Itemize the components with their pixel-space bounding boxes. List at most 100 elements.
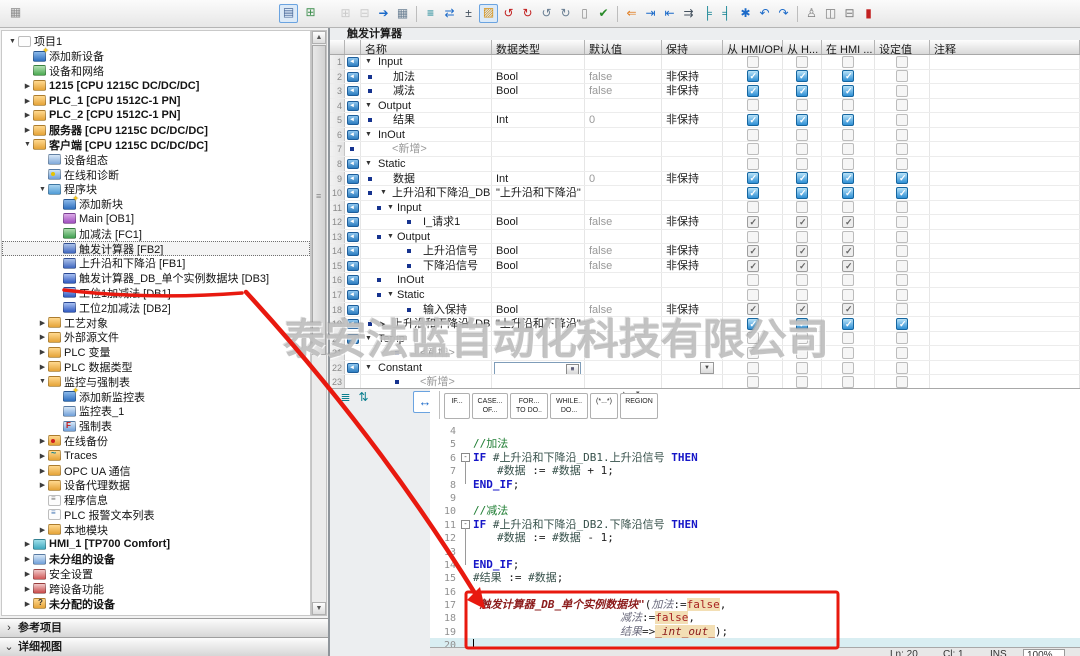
from-hmi-opc-checkbox[interactable] <box>747 376 759 388</box>
retain-cell[interactable] <box>662 128 723 142</box>
column-header[interactable]: 默认值 <box>585 40 662 54</box>
comment-cell[interactable] <box>930 201 1080 215</box>
name-cell[interactable]: ▼Output <box>361 230 492 244</box>
interface-row[interactable]: 17▼Static <box>330 288 1080 303</box>
from-hmi-opc-checkbox[interactable] <box>747 362 759 374</box>
tree-item[interactable]: ▶外部源文件 <box>2 330 310 345</box>
expand-arrow-icon[interactable]: ▶ <box>37 467 48 475</box>
code-line[interactable]: 14END_IF; <box>430 558 1080 571</box>
default-value-cell[interactable] <box>585 230 662 244</box>
comment-cell[interactable] <box>930 128 1080 142</box>
data-type-cell[interactable] <box>492 128 585 142</box>
from-hmi-opc-checkbox[interactable] <box>747 303 759 315</box>
update-block-calls-icon[interactable]: ↺ <box>538 5 555 22</box>
expand-arrow-icon[interactable]: ▶ <box>37 481 48 489</box>
from-hmi-opc-checkbox[interactable] <box>747 70 759 82</box>
visible-in-hmi-checkbox[interactable] <box>842 114 854 126</box>
redo-icon[interactable]: ↷ <box>775 5 792 22</box>
writable-from-hmi-checkbox[interactable] <box>796 274 808 286</box>
comment-cell[interactable] <box>930 361 1080 375</box>
tree-item[interactable]: 加减法 [FC1] <box>2 226 310 241</box>
visible-in-hmi-checkbox[interactable] <box>842 158 854 170</box>
setpoint-checkbox[interactable] <box>896 143 908 155</box>
default-value-cell[interactable]: false <box>585 259 662 273</box>
comment-cell[interactable] <box>930 172 1080 186</box>
writable-from-hmi-checkbox[interactable] <box>796 289 808 301</box>
retain-cell[interactable] <box>662 317 723 331</box>
tree-item[interactable]: 工位1加减法 [DB1] <box>2 286 310 301</box>
code-line[interactable]: 15#结果 := #数据; <box>430 571 1080 584</box>
from-hmi-opc-checkbox[interactable] <box>747 332 759 344</box>
code-line[interactable]: 13 <box>430 545 1080 558</box>
expand-arrow-icon[interactable]: ▶ <box>22 126 33 134</box>
data-type-cell[interactable]: Int <box>492 113 585 127</box>
default-value-cell[interactable] <box>585 99 662 113</box>
compare-blocks-icon[interactable]: ⇉ <box>680 5 697 22</box>
code-line[interactable]: 5//加法 <box>430 437 1080 450</box>
visible-in-hmi-checkbox[interactable] <box>842 303 854 315</box>
name-cell[interactable]: ▼Input <box>361 201 492 215</box>
from-hmi-opc-checkbox[interactable] <box>747 289 759 301</box>
code-line[interactable]: 4 <box>430 424 1080 437</box>
retain-cell[interactable] <box>662 157 723 171</box>
access-protection-icon[interactable]: ♙ <box>803 5 820 22</box>
retain-cell[interactable]: 非保持 <box>662 244 723 258</box>
writable-from-hmi-checkbox[interactable] <box>796 172 808 184</box>
tree-item[interactable]: ▶1215 [CPU 1215C DC/DC/DC] <box>2 78 310 93</box>
comment-cell[interactable] <box>930 99 1080 113</box>
default-value-cell[interactable] <box>585 288 662 302</box>
tree-item[interactable]: 设备和网络 <box>2 64 310 79</box>
column-header[interactable]: 从 H... <box>783 40 822 54</box>
data-type-cell[interactable] <box>492 332 585 346</box>
expand-arrow-icon[interactable]: ▼ <box>22 141 33 148</box>
writable-from-hmi-checkbox[interactable] <box>796 332 808 344</box>
column-header[interactable]: 设定值 <box>875 40 930 54</box>
comment-cell[interactable] <box>930 157 1080 171</box>
data-type-cell[interactable]: Bool <box>492 259 585 273</box>
interface-row[interactable]: 14上升沿信号Boolfalse非保持 <box>330 244 1080 259</box>
expand-arrow-icon[interactable]: ▶ <box>37 437 48 445</box>
browse-type-icon[interactable]: ▦ <box>566 364 579 375</box>
from-hmi-opc-checkbox[interactable] <box>747 114 759 126</box>
highlight-operands-icon[interactable]: ▨ <box>479 4 498 23</box>
retain-cell[interactable]: ▼ <box>662 361 723 375</box>
interface-row[interactable]: 21<新增> <box>330 346 1080 361</box>
from-hmi-opc-checkbox[interactable] <box>747 99 759 111</box>
tree-item[interactable]: ▶PLC 变量 <box>2 345 310 360</box>
name-cell[interactable]: ▼Constant <box>361 361 492 375</box>
tree-item[interactable]: ▶PLC_2 [CPU 1512C-1 PN] <box>2 108 310 123</box>
comment-cell[interactable] <box>930 244 1080 258</box>
name-cell[interactable]: I_请求1 <box>361 215 492 229</box>
retain-cell[interactable]: 非保持 <box>662 303 723 317</box>
scroll-up-icon[interactable]: ▲ <box>312 31 326 44</box>
code-line[interactable]: 16 <box>430 585 1080 598</box>
expand-arrow-icon[interactable]: ▶ <box>22 82 33 90</box>
code-line[interactable]: 8END_IF; <box>430 478 1080 491</box>
expand-arrow-icon[interactable]: ▼ <box>365 160 372 167</box>
expand-arrow-icon[interactable]: ▶ <box>37 363 48 371</box>
expand-arrow-icon[interactable]: ▼ <box>365 364 372 371</box>
data-type-cell[interactable]: Bool <box>492 303 585 317</box>
visible-in-hmi-checkbox[interactable] <box>842 172 854 184</box>
from-hmi-opc-checkbox[interactable] <box>747 56 759 68</box>
interface-row[interactable]: 1▼Input <box>330 55 1080 70</box>
expand-arrow-icon[interactable]: ▶ <box>22 585 33 593</box>
name-cell[interactable]: ▼InOut <box>361 128 492 142</box>
expand-arrow-icon[interactable]: ▶ <box>37 348 48 356</box>
expand-arrow-icon[interactable]: ▶ <box>37 319 48 327</box>
name-cell[interactable]: ▼Input <box>361 55 492 69</box>
data-type-cell[interactable] <box>492 201 585 215</box>
from-hmi-opc-checkbox[interactable] <box>747 129 759 141</box>
comment-cell[interactable] <box>930 142 1080 156</box>
code-line[interactable]: 19结果=>_int_out_); <box>430 625 1080 638</box>
code-snippet-tab[interactable]: CASE... OF... <box>472 393 508 419</box>
name-cell[interactable]: 加法 <box>361 70 492 84</box>
sync-scroll-icon[interactable]: ⇅ <box>355 389 372 406</box>
default-value-cell[interactable] <box>585 157 662 171</box>
writable-from-hmi-checkbox[interactable] <box>796 56 808 68</box>
from-hmi-opc-checkbox[interactable] <box>747 143 759 155</box>
swap-panels-icon[interactable]: ⇄ <box>441 5 458 22</box>
writable-from-hmi-checkbox[interactable] <box>796 216 808 228</box>
monitor-on-icon[interactable]: ╞ <box>699 5 716 22</box>
comment-cell[interactable] <box>930 346 1080 360</box>
